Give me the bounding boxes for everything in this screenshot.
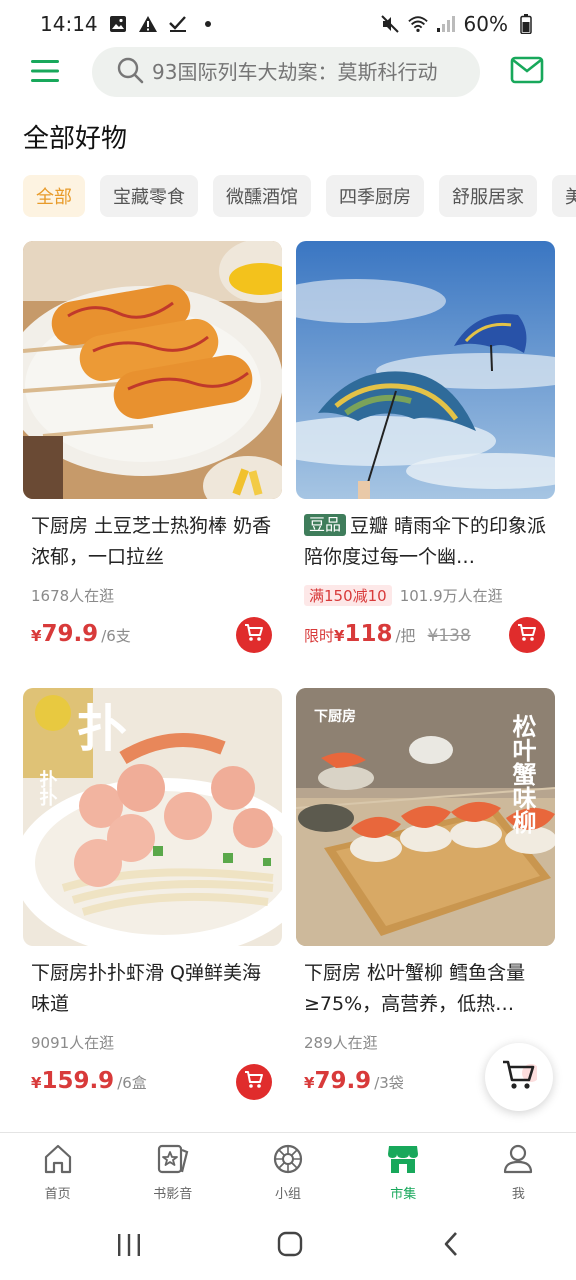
- battery-icon: [516, 14, 536, 34]
- price-unit: /把: [395, 627, 416, 645]
- product-title[interactable]: 下厨房 土豆芝士热狗棒 奶香浓郁，一口拉丝: [23, 511, 282, 573]
- chip-all[interactable]: 全部: [23, 175, 85, 217]
- nav-me-label: 我: [511, 1187, 525, 1202]
- signal-icon: [436, 14, 456, 34]
- original-price: ¥138: [427, 626, 471, 646]
- product-image-crab-stick[interactable]: 下厨房 松叶蟹味柳: [296, 688, 555, 946]
- currency-symbol: ¥: [31, 627, 42, 645]
- price: 159.9: [41, 1068, 115, 1094]
- nav-home[interactable]: 首页: [0, 1133, 115, 1212]
- image-text-shrimp-small: 扑扑: [37, 769, 58, 806]
- nav-market-label: 市集: [390, 1187, 417, 1202]
- price-unit: /6支: [101, 627, 131, 645]
- system-navigation-bar: [0, 1212, 576, 1280]
- product-title[interactable]: 下厨房扑扑虾滑 Q弹鲜美海味道: [23, 958, 282, 1020]
- search-box[interactable]: [92, 47, 480, 97]
- browsing-count: 101.9万人在逛: [399, 586, 503, 605]
- nav-home-label: 首页: [44, 1187, 71, 1202]
- bottom-navigation: 首页 书影音 小组 市集 我: [0, 1132, 576, 1212]
- status-time: 14:14: [40, 12, 98, 36]
- price-unit: /6盒: [117, 1074, 147, 1092]
- chip-home[interactable]: 舒服居家: [439, 175, 537, 217]
- product-title[interactable]: 豆品 豆瓣 晴雨伞下的印象派 陪你度过每一个幽…: [296, 511, 555, 573]
- price-row: ¥ 79.9 /6支: [23, 617, 282, 657]
- currency-symbol: ¥: [31, 1074, 42, 1092]
- nav-me[interactable]: 我: [461, 1133, 576, 1212]
- gallery-icon: [108, 14, 128, 34]
- price-row: ¥ 159.9 /6盒: [23, 1064, 282, 1104]
- product-card[interactable]: 下厨房 土豆芝士热狗棒 奶香浓郁，一口拉丝 1678人在逛 ¥ 79.9 /6支: [23, 241, 282, 657]
- nav-groups[interactable]: 小组: [230, 1133, 345, 1212]
- currency-symbol: ¥: [334, 627, 345, 645]
- product-image-umbrella[interactable]: [296, 241, 555, 499]
- price-unit: /3袋: [374, 1074, 404, 1092]
- shop-icon: [386, 1143, 420, 1179]
- page-title: 全部好物: [23, 124, 128, 154]
- recent-apps-icon[interactable]: [116, 1232, 142, 1262]
- nav-market[interactable]: 市集: [346, 1133, 461, 1212]
- add-to-cart-button[interactable]: [236, 617, 272, 653]
- chip-snacks[interactable]: 宝藏零食: [100, 175, 198, 217]
- search-input[interactable]: [152, 60, 472, 84]
- product-image-hotdog[interactable]: [23, 241, 282, 499]
- floating-cart-button[interactable]: [485, 1043, 553, 1111]
- browsing-count: 9091人在逛: [31, 1033, 115, 1052]
- search-icon: [116, 56, 144, 88]
- shopping-cart-icon: [501, 1059, 540, 1095]
- battery-percent: 60%: [463, 12, 508, 36]
- image-text-crab-brand: 下厨房: [314, 708, 356, 725]
- price-row: 限时 ¥ 118 /把 ¥138: [296, 617, 555, 657]
- coupon-badge: 满150减10: [304, 584, 392, 606]
- nav-media-label: 书影音: [153, 1187, 193, 1202]
- wifi-icon: [407, 14, 428, 34]
- price: 79.9: [41, 621, 99, 647]
- cart-icon: [517, 624, 537, 646]
- cart-icon: [244, 624, 264, 646]
- limited-time-label: 限时: [304, 627, 335, 645]
- top-bar: [0, 44, 576, 100]
- category-chips: 全部 宝藏零食 微醺酒馆 四季厨房 舒服居家 美: [23, 175, 576, 217]
- cart-icon: [244, 1071, 264, 1093]
- product-card[interactable]: 豆品 豆瓣 晴雨伞下的印象派 陪你度过每一个幽… 满150减10 101.9万人在…: [296, 241, 555, 657]
- douping-tag: 豆品: [304, 514, 347, 536]
- image-text-crab-name: 松叶蟹味柳: [508, 714, 536, 835]
- nav-groups-label: 小组: [275, 1187, 302, 1202]
- add-to-cart-button[interactable]: [509, 617, 545, 653]
- product-card[interactable]: 扑 扑扑 下厨房扑扑虾滑 Q弹鲜美海味道 9091人在逛 ¥ 159.9 /6盒: [23, 688, 282, 1104]
- image-text-shrimp-big: 扑: [77, 700, 127, 758]
- mute-icon: [380, 14, 400, 34]
- warning-icon: [138, 14, 158, 34]
- chip-tavern[interactable]: 微醺酒馆: [213, 175, 311, 217]
- chip-kitchen[interactable]: 四季厨房: [326, 175, 424, 217]
- product-card[interactable]: 下厨房 松叶蟹味柳 下厨房 松叶蟹柳 鳕鱼含量≥75%，高营养，低热… 289人…: [296, 688, 555, 1104]
- user-icon: [502, 1143, 534, 1179]
- product-title[interactable]: 下厨房 松叶蟹柳 鳕鱼含量≥75%，高营养，低热…: [296, 958, 555, 1020]
- nav-media[interactable]: 书影音: [115, 1133, 230, 1212]
- chip-beauty[interactable]: 美: [552, 175, 576, 217]
- product-image-shrimp[interactable]: 扑 扑扑: [23, 688, 282, 946]
- add-to-cart-button[interactable]: [236, 1064, 272, 1100]
- currency-symbol: ¥: [304, 1074, 315, 1092]
- status-bar: 14:14 60%: [0, 0, 576, 48]
- home-button-icon[interactable]: [277, 1231, 303, 1261]
- price: 118: [344, 621, 393, 647]
- price: 79.9: [314, 1068, 372, 1094]
- mail-icon[interactable]: [510, 56, 546, 88]
- home-icon: [42, 1143, 74, 1179]
- dot-icon: [198, 14, 218, 34]
- browsing-count: 1678人在逛: [31, 586, 115, 605]
- check-icon: [168, 14, 188, 34]
- book-movie-icon: [156, 1143, 190, 1179]
- browsing-count: 289人在逛: [304, 1033, 378, 1052]
- groups-icon: [272, 1143, 304, 1179]
- back-icon[interactable]: [440, 1230, 462, 1262]
- menu-icon[interactable]: [30, 58, 60, 86]
